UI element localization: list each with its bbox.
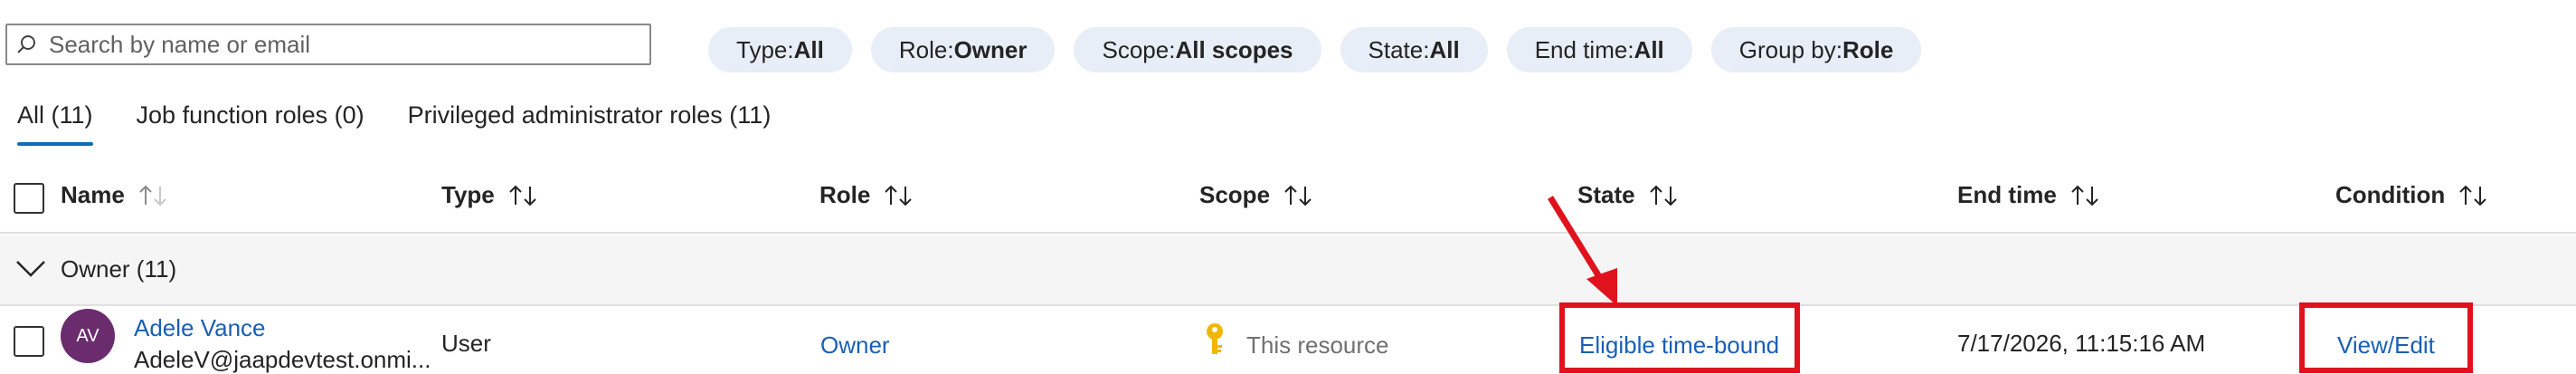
sort-ascending-icon[interactable] <box>137 183 170 208</box>
filter-end-time-pill[interactable]: End time : All <box>1506 27 1692 72</box>
filter-value: All <box>793 35 824 63</box>
group-label: Owner (11) <box>61 255 177 283</box>
column-header-label: Role <box>819 181 871 208</box>
column-header-label: Type <box>441 181 495 208</box>
filter-state-pill[interactable]: State : All <box>1340 27 1488 72</box>
column-header-role[interactable]: Role <box>819 181 915 209</box>
column-header-name[interactable]: Name <box>61 181 170 209</box>
user-email: AdeleV@jaapdevtest.onmi... <box>134 346 431 373</box>
select-all-checkbox[interactable] <box>14 183 44 214</box>
sort-icon[interactable] <box>2069 183 2102 208</box>
chevron-down-icon[interactable] <box>14 257 47 279</box>
filter-key: Role <box>898 35 948 63</box>
sort-icon[interactable] <box>1283 183 1315 208</box>
filter-key: End time <box>1534 35 1628 63</box>
filter-role-pill[interactable]: Role : Owner <box>870 27 1056 72</box>
user-name-link[interactable]: Adele Vance <box>134 314 266 342</box>
state-link[interactable]: Eligible time-bound <box>1579 331 1779 360</box>
role-tabs: All (11) Job function roles (0) Privileg… <box>17 101 814 146</box>
search-input[interactable] <box>47 29 630 60</box>
sort-icon[interactable] <box>507 183 540 208</box>
filter-separator: : <box>1627 35 1634 63</box>
role-link[interactable]: Owner <box>820 331 890 360</box>
sort-icon[interactable] <box>2458 183 2490 208</box>
filter-value: All scopes <box>1175 35 1293 63</box>
end-time-value: 7/17/2026, 11:15:16 AM <box>1957 330 2206 357</box>
filter-key: Scope <box>1102 35 1170 63</box>
filter-value: All <box>1634 35 1664 63</box>
column-header-end-time[interactable]: End time <box>1957 181 2102 209</box>
principal-type: User <box>441 330 491 357</box>
filter-bar: Type : All Role : Owner Scope : All scop… <box>708 27 1922 72</box>
filter-key: Type <box>736 35 788 63</box>
filter-separator: : <box>787 35 794 63</box>
group-row-owner[interactable] <box>0 235 2576 304</box>
annotation-arrow-icon <box>1548 196 1617 306</box>
tab-job-function-roles[interactable]: Job function roles (0) <box>137 101 365 146</box>
filter-value: All <box>1429 35 1460 63</box>
column-header-label: End time <box>1957 181 2057 208</box>
filter-separator: : <box>1169 35 1176 63</box>
tab-privileged-administrator-roles[interactable]: Privileged administrator roles (11) <box>408 101 772 146</box>
avatar: AV <box>61 309 115 363</box>
avatar-initials: AV <box>76 325 99 346</box>
filter-separator: : <box>1835 35 1842 63</box>
filter-value: Role <box>1842 35 1894 63</box>
filter-key: Group by <box>1738 35 1836 63</box>
column-header-condition[interactable]: Condition <box>2335 181 2490 209</box>
group-divider <box>0 304 2576 306</box>
column-header-label: Name <box>61 181 125 208</box>
column-header-type[interactable]: Type <box>441 181 540 209</box>
filter-value: Owner <box>953 35 1028 63</box>
filter-group-by-pill[interactable]: Group by : Role <box>1710 27 1922 72</box>
filter-key: State <box>1368 35 1424 63</box>
key-icon <box>1207 323 1223 354</box>
header-divider <box>0 232 2576 234</box>
filter-type-pill[interactable]: Type : All <box>708 27 852 72</box>
row-checkbox[interactable] <box>14 326 44 357</box>
column-header-label: Condition <box>2335 181 2446 208</box>
search-box[interactable] <box>5 24 651 65</box>
sort-icon[interactable] <box>1648 183 1681 208</box>
sort-icon[interactable] <box>883 183 915 208</box>
column-header-label: Scope <box>1199 181 1271 208</box>
column-header-scope[interactable]: Scope <box>1199 181 1315 209</box>
scope-value: This resource <box>1246 331 1389 359</box>
search-icon <box>17 35 35 53</box>
view-edit-link[interactable]: View/Edit <box>2337 331 2435 360</box>
filter-separator: : <box>1423 35 1430 63</box>
filter-separator: : <box>947 35 954 63</box>
tab-all[interactable]: All (11) <box>17 101 93 146</box>
filter-scope-pill[interactable]: Scope : All scopes <box>1074 27 1321 72</box>
